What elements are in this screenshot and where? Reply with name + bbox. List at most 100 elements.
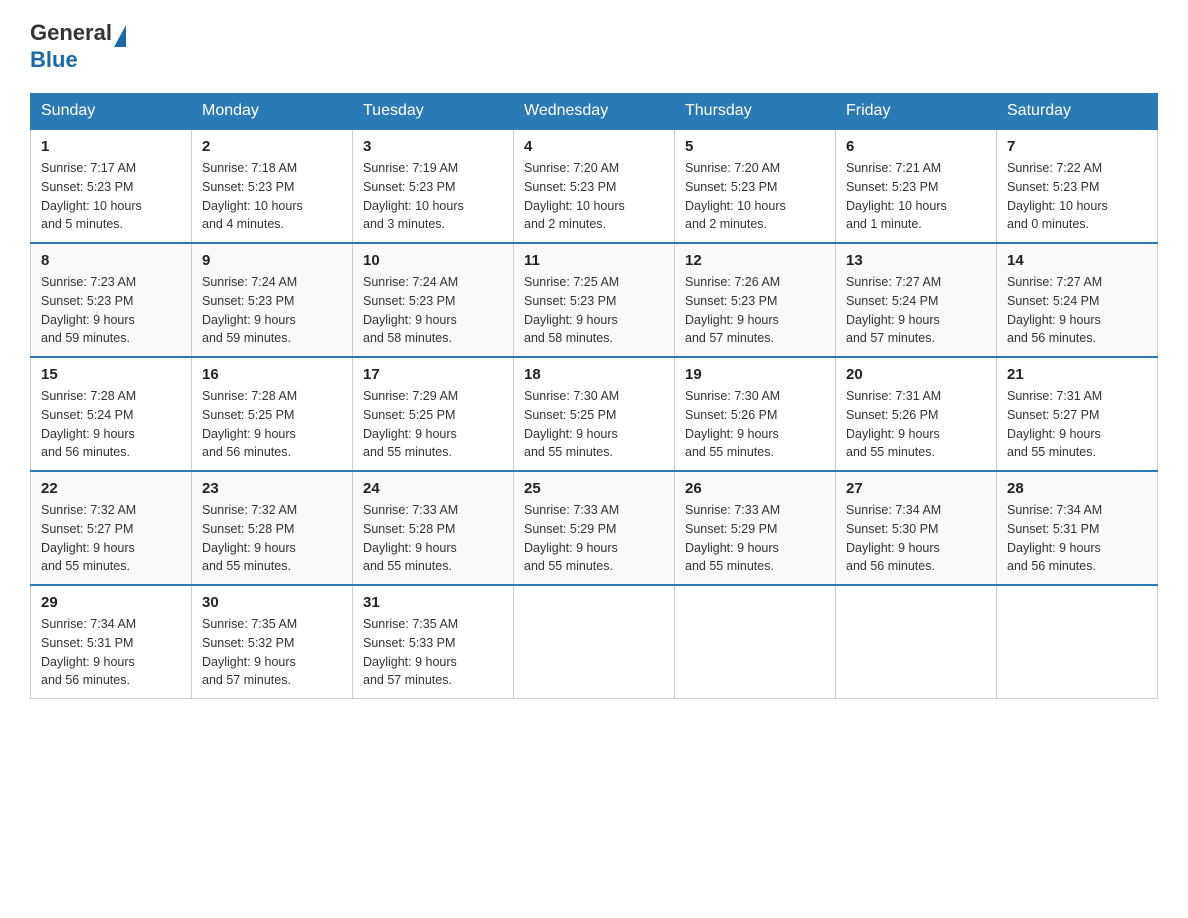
day-number: 3 (363, 138, 503, 155)
logo-triangle-icon (114, 25, 126, 47)
day-info: Sunrise: 7:26 AMSunset: 5:23 PMDaylight:… (685, 275, 780, 345)
calendar-cell (675, 585, 836, 699)
calendar-cell: 28 Sunrise: 7:34 AMSunset: 5:31 PMDayligh… (997, 471, 1158, 585)
calendar-cell: 27 Sunrise: 7:34 AMSunset: 5:30 PMDayligh… (836, 471, 997, 585)
day-info: Sunrise: 7:28 AMSunset: 5:25 PMDaylight:… (202, 389, 297, 459)
calendar-cell: 3 Sunrise: 7:19 AMSunset: 5:23 PMDaylight… (353, 129, 514, 243)
calendar-cell: 21Sunrise: 7:31 AMSunset: 5:27 PMDayligh… (997, 357, 1158, 471)
day-header-sunday: Sunday (31, 94, 192, 130)
day-number: 14 (1007, 252, 1147, 269)
day-info: Sunrise: 7:33 AMSunset: 5:28 PMDaylight:… (363, 503, 458, 573)
calendar-cell: 23 Sunrise: 7:32 AMSunset: 5:28 PMDayligh… (192, 471, 353, 585)
calendar-cell: 26 Sunrise: 7:33 AMSunset: 5:29 PMDayligh… (675, 471, 836, 585)
calendar-cell: 15 Sunrise: 7:28 AMSunset: 5:24 PMDayligh… (31, 357, 192, 471)
day-number: 23 (202, 480, 342, 497)
calendar-cell: 24 Sunrise: 7:33 AMSunset: 5:28 PMDayligh… (353, 471, 514, 585)
calendar-cell: 2Sunrise: 7:18 AMSunset: 5:23 PMDaylight… (192, 129, 353, 243)
calendar-cell: 18 Sunrise: 7:30 AMSunset: 5:25 PMDayligh… (514, 357, 675, 471)
day-info: Sunrise: 7:27 AMSunset: 5:24 PMDaylight:… (846, 275, 941, 345)
calendar-cell: 19Sunrise: 7:30 AMSunset: 5:26 PMDayligh… (675, 357, 836, 471)
day-number: 29 (41, 594, 181, 611)
day-number: 15 (41, 366, 181, 383)
day-info: Sunrise: 7:34 AMSunset: 5:31 PMDaylight:… (41, 617, 136, 687)
day-number: 22 (41, 480, 181, 497)
week-row-3: 15 Sunrise: 7:28 AMSunset: 5:24 PMDayligh… (31, 357, 1158, 471)
day-number: 18 (524, 366, 664, 383)
week-row-2: 8 Sunrise: 7:23 AMSunset: 5:23 PMDaylight… (31, 243, 1158, 357)
day-info: Sunrise: 7:27 AMSunset: 5:24 PMDaylight:… (1007, 275, 1102, 345)
day-number: 28 (1007, 480, 1147, 497)
day-info: Sunrise: 7:21 AMSunset: 5:23 PMDaylight:… (846, 161, 947, 231)
calendar-cell (514, 585, 675, 699)
day-info: Sunrise: 7:20 AMSunset: 5:23 PMDaylight:… (685, 161, 786, 231)
day-header-friday: Friday (836, 94, 997, 130)
day-number: 24 (363, 480, 503, 497)
day-number: 31 (363, 594, 503, 611)
day-number: 30 (202, 594, 342, 611)
day-number: 6 (846, 138, 986, 155)
day-info: Sunrise: 7:28 AMSunset: 5:24 PMDaylight:… (41, 389, 136, 459)
day-number: 9 (202, 252, 342, 269)
calendar-cell: 25 Sunrise: 7:33 AMSunset: 5:29 PMDayligh… (514, 471, 675, 585)
day-info: Sunrise: 7:17 AMSunset: 5:23 PMDaylight:… (41, 161, 142, 231)
day-number: 17 (363, 366, 503, 383)
calendar-cell: 12Sunrise: 7:26 AMSunset: 5:23 PMDayligh… (675, 243, 836, 357)
day-number: 21 (1007, 366, 1147, 383)
calendar-cell: 14 Sunrise: 7:27 AMSunset: 5:24 PMDayligh… (997, 243, 1158, 357)
day-number: 10 (363, 252, 503, 269)
day-info: Sunrise: 7:31 AMSunset: 5:26 PMDaylight:… (846, 389, 941, 459)
calendar-cell: 5 Sunrise: 7:20 AMSunset: 5:23 PMDaylight… (675, 129, 836, 243)
day-info: Sunrise: 7:32 AMSunset: 5:28 PMDaylight:… (202, 503, 297, 573)
calendar-cell: 9Sunrise: 7:24 AMSunset: 5:23 PMDaylight… (192, 243, 353, 357)
day-number: 26 (685, 480, 825, 497)
calendar-cell: 20 Sunrise: 7:31 AMSunset: 5:26 PMDayligh… (836, 357, 997, 471)
day-info: Sunrise: 7:22 AMSunset: 5:23 PMDaylight:… (1007, 161, 1108, 231)
day-info: Sunrise: 7:24 AMSunset: 5:23 PMDaylight:… (363, 275, 458, 345)
calendar-cell: 29 Sunrise: 7:34 AMSunset: 5:31 PMDayligh… (31, 585, 192, 699)
day-headers-row: SundayMondayTuesdayWednesdayThursdayFrid… (31, 94, 1158, 130)
calendar-cell: 8 Sunrise: 7:23 AMSunset: 5:23 PMDaylight… (31, 243, 192, 357)
day-header-wednesday: Wednesday (514, 94, 675, 130)
day-info: Sunrise: 7:35 AMSunset: 5:32 PMDaylight:… (202, 617, 297, 687)
week-row-4: 22Sunrise: 7:32 AMSunset: 5:27 PMDayligh… (31, 471, 1158, 585)
calendar-cell: 1Sunrise: 7:17 AMSunset: 5:23 PMDaylight… (31, 129, 192, 243)
calendar-cell: 7 Sunrise: 7:22 AMSunset: 5:23 PMDaylight… (997, 129, 1158, 243)
calendar-cell: 13Sunrise: 7:27 AMSunset: 5:24 PMDayligh… (836, 243, 997, 357)
calendar-cell (836, 585, 997, 699)
day-number: 8 (41, 252, 181, 269)
day-header-tuesday: Tuesday (353, 94, 514, 130)
day-info: Sunrise: 7:18 AMSunset: 5:23 PMDaylight:… (202, 161, 303, 231)
calendar-cell: 16Sunrise: 7:28 AMSunset: 5:25 PMDayligh… (192, 357, 353, 471)
week-row-1: 1Sunrise: 7:17 AMSunset: 5:23 PMDaylight… (31, 129, 1158, 243)
day-number: 25 (524, 480, 664, 497)
logo: General Blue (30, 20, 126, 73)
day-number: 7 (1007, 138, 1147, 155)
day-info: Sunrise: 7:30 AMSunset: 5:25 PMDaylight:… (524, 389, 619, 459)
calendar-cell: 31 Sunrise: 7:35 AMSunset: 5:33 PMDayligh… (353, 585, 514, 699)
week-row-5: 29 Sunrise: 7:34 AMSunset: 5:31 PMDayligh… (31, 585, 1158, 699)
day-header-saturday: Saturday (997, 94, 1158, 130)
day-info: Sunrise: 7:35 AMSunset: 5:33 PMDaylight:… (363, 617, 458, 687)
day-number: 11 (524, 252, 664, 269)
day-number: 4 (524, 138, 664, 155)
day-info: Sunrise: 7:34 AMSunset: 5:31 PMDaylight:… (1007, 503, 1102, 573)
page-header: General Blue (30, 20, 1158, 73)
day-info: Sunrise: 7:25 AMSunset: 5:23 PMDaylight:… (524, 275, 619, 345)
day-info: Sunrise: 7:33 AMSunset: 5:29 PMDaylight:… (685, 503, 780, 573)
calendar-cell: 6 Sunrise: 7:21 AMSunset: 5:23 PMDaylight… (836, 129, 997, 243)
day-header-monday: Monday (192, 94, 353, 130)
day-info: Sunrise: 7:19 AMSunset: 5:23 PMDaylight:… (363, 161, 464, 231)
day-info: Sunrise: 7:29 AMSunset: 5:25 PMDaylight:… (363, 389, 458, 459)
day-info: Sunrise: 7:34 AMSunset: 5:30 PMDaylight:… (846, 503, 941, 573)
day-header-thursday: Thursday (675, 94, 836, 130)
calendar-cell: 22Sunrise: 7:32 AMSunset: 5:27 PMDayligh… (31, 471, 192, 585)
day-number: 20 (846, 366, 986, 383)
calendar-cell: 4 Sunrise: 7:20 AMSunset: 5:23 PMDaylight… (514, 129, 675, 243)
day-number: 5 (685, 138, 825, 155)
day-number: 27 (846, 480, 986, 497)
day-info: Sunrise: 7:23 AMSunset: 5:23 PMDaylight:… (41, 275, 136, 345)
day-info: Sunrise: 7:33 AMSunset: 5:29 PMDaylight:… (524, 503, 619, 573)
logo-text-general: General (30, 20, 112, 45)
day-info: Sunrise: 7:20 AMSunset: 5:23 PMDaylight:… (524, 161, 625, 231)
calendar-cell: 17 Sunrise: 7:29 AMSunset: 5:25 PMDayligh… (353, 357, 514, 471)
